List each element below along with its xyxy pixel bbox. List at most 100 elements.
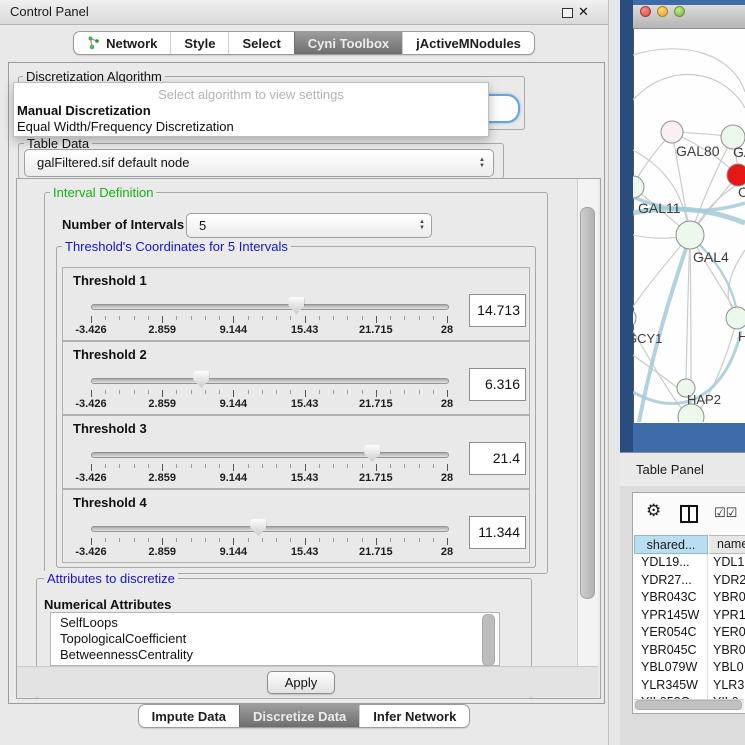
select-columns-icon[interactable]: ☑☑ bbox=[714, 505, 737, 521]
tab-style[interactable]: Style bbox=[170, 32, 228, 54]
threshold-slider-track[interactable] bbox=[91, 452, 449, 458]
threshold-slider-track[interactable] bbox=[91, 526, 449, 532]
threshold-slider-thumb[interactable] bbox=[288, 297, 304, 314]
threshold-value-box[interactable]: 6.316 bbox=[469, 368, 526, 401]
threshold-slider-thumb[interactable] bbox=[193, 371, 209, 388]
cell-shared-name: YDR27... bbox=[634, 572, 708, 590]
table-row[interactable]: YLR345WYLR3 bbox=[634, 677, 745, 695]
table-row[interactable]: YBR045CYBR0 bbox=[634, 642, 745, 660]
cell-shared-name: YBL079W bbox=[634, 659, 708, 677]
table-row[interactable]: YDR27...YDR2 bbox=[634, 572, 745, 590]
column-header-name[interactable]: name bbox=[709, 535, 745, 554]
table-row[interactable]: YBL079WYBL0 bbox=[634, 659, 745, 677]
threshold-label: Threshold 1 bbox=[73, 273, 147, 288]
attribute-item[interactable]: TopologicalCoefficient bbox=[51, 631, 499, 647]
algorithm-dropdown-popup: Select algorithm to view settings Manual… bbox=[13, 82, 489, 137]
settings-scrollbar-thumb[interactable] bbox=[580, 207, 595, 599]
attribute-item[interactable]: SelfLoops bbox=[51, 615, 499, 631]
table-row[interactable]: YPR145WYPR1 bbox=[634, 607, 745, 625]
slider-tick-labels: -3.4262.8599.14415.4321.71528 bbox=[91, 472, 447, 484]
slider-tick-labels: -3.4262.8599.14415.4321.71528 bbox=[91, 398, 447, 410]
threshold-panel: Threshold 3 -3.4262.8599.14415.4321.71528… bbox=[62, 415, 530, 489]
network-node-label: C bbox=[738, 184, 745, 200]
attributes-scrollbar-thumb[interactable] bbox=[482, 614, 495, 666]
threshold-panel: Threshold 4-3.4262.8599.14415.4321.71528… bbox=[62, 489, 530, 563]
network-edge[interactable] bbox=[686, 235, 690, 380]
window-close-button[interactable] bbox=[640, 6, 651, 17]
tab-label: Style bbox=[184, 36, 215, 51]
node-gal4[interactable] bbox=[676, 221, 704, 249]
network-edge[interactable] bbox=[633, 75, 745, 108]
window-zoom-button[interactable] bbox=[674, 6, 685, 17]
network-canvas[interactable]: GAL80GACGAL11GAL4GCY1HHAP2 bbox=[633, 28, 745, 422]
bottom-tab-bar: Impute Data Discretize Data Infer Network bbox=[0, 704, 608, 728]
table-panel-titlebar: Table Panel bbox=[620, 452, 745, 488]
float-window-icon[interactable] bbox=[562, 8, 573, 18]
threshold-label: Threshold 4 bbox=[73, 495, 147, 510]
threshold-value-box[interactable]: 11.344 bbox=[469, 516, 526, 549]
table-data-combobox[interactable]: galFiltered.sif default node ▲▼ bbox=[24, 149, 494, 177]
tab-network[interactable]: Network bbox=[74, 32, 170, 54]
tab-jactivemnodules[interactable]: jActiveMNodules bbox=[402, 32, 534, 54]
table-panel-title: Table Panel bbox=[636, 453, 704, 487]
network-edge[interactable] bbox=[690, 235, 691, 404]
panel-title: Control Panel bbox=[10, 0, 89, 24]
tab-label: Cyni Toolbox bbox=[308, 36, 389, 51]
window-minimize-button[interactable] bbox=[657, 6, 668, 17]
network-node-label: GAL4 bbox=[693, 249, 729, 265]
threshold-slider-thumb[interactable] bbox=[364, 445, 380, 462]
tab-label: Impute Data bbox=[152, 709, 226, 724]
combo-spinner-icon: ▲▼ bbox=[479, 157, 485, 169]
node-right[interactable] bbox=[726, 307, 745, 329]
threshold-label: Threshold 3 bbox=[73, 421, 147, 436]
network-node-label: GAL11 bbox=[638, 200, 681, 216]
cell-shared-name: YER054C bbox=[634, 624, 708, 642]
attributes-label: Attributes to discretize bbox=[44, 571, 178, 586]
threshold-slider-thumb[interactable] bbox=[250, 519, 266, 536]
threshold-label: Threshold 2 bbox=[73, 347, 147, 362]
network-node-label: GA bbox=[733, 144, 745, 160]
threshold-value-box[interactable]: 14.713 bbox=[469, 294, 526, 327]
network-edge[interactable] bbox=[633, 355, 679, 389]
tab-impute-data[interactable]: Impute Data bbox=[139, 705, 239, 727]
column-header-shared-name[interactable]: shared... bbox=[634, 535, 708, 554]
split-columns-icon[interactable] bbox=[680, 505, 698, 523]
tab-discretize-data[interactable]: Discretize Data bbox=[239, 705, 359, 727]
node-gal80[interactable] bbox=[661, 121, 683, 143]
cell-name: YDL1 bbox=[708, 554, 745, 572]
tab-label: Discretize Data bbox=[253, 709, 346, 724]
control-panel: Control Panel ✕ Network Style Select Cyni T… bbox=[0, 0, 609, 745]
node-red[interactable] bbox=[727, 164, 745, 186]
dropdown-option-manual-discretization[interactable]: Manual Discretization bbox=[17, 103, 151, 118]
apply-button[interactable]: Apply bbox=[267, 671, 335, 694]
cell-shared-name: YBR045C bbox=[634, 642, 708, 660]
slider-ticks bbox=[91, 390, 447, 398]
threshold-value-box[interactable]: 21.4 bbox=[469, 442, 526, 475]
gear-icon[interactable]: ⚙ bbox=[646, 501, 661, 521]
number-of-intervals-value: 5 bbox=[199, 214, 206, 237]
network-node-label: HAP2 bbox=[687, 392, 721, 407]
close-icon[interactable]: ✕ bbox=[578, 4, 589, 20]
table-rows: YDL19...YDL1YDR27...YDR2YBR043CYBR0YPR14… bbox=[634, 554, 745, 699]
cell-name: YPR1 bbox=[708, 607, 745, 625]
tab-label: jActiveMNodules bbox=[416, 36, 521, 51]
tab-cyni-toolbox[interactable]: Cyni Toolbox bbox=[294, 32, 402, 54]
network-node-label: H bbox=[738, 329, 745, 344]
threshold-slider-track[interactable] bbox=[91, 304, 449, 310]
threshold-slider-track[interactable] bbox=[91, 378, 449, 384]
cell-shared-name: YDL19... bbox=[634, 554, 708, 572]
attribute-item[interactable]: BetweennessCentrality bbox=[51, 647, 499, 663]
interval-definition-label: Interval Definition bbox=[50, 185, 156, 200]
table-row[interactable]: YDL19...YDL1 bbox=[634, 554, 745, 572]
table-hscrollbar-thumb[interactable] bbox=[635, 700, 742, 710]
table-row[interactable]: YBR043CYBR0 bbox=[634, 589, 745, 607]
number-of-intervals-combobox[interactable]: 5 ▲▼ bbox=[186, 213, 432, 238]
numerical-attributes-list[interactable]: SelfLoopsTopologicalCoefficientBetweenne… bbox=[50, 612, 500, 666]
dropdown-option-equal-width-frequency[interactable]: Equal Width/Frequency Discretization bbox=[17, 119, 234, 134]
tab-label: Select bbox=[242, 36, 280, 51]
tab-infer-network[interactable]: Infer Network bbox=[359, 705, 469, 727]
table-row[interactable]: YER054CYER0 bbox=[634, 624, 745, 642]
node-gcy1[interactable] bbox=[633, 308, 636, 328]
control-panel-titlebar: Control Panel ✕ bbox=[0, 0, 608, 25]
tab-select[interactable]: Select bbox=[228, 32, 293, 54]
